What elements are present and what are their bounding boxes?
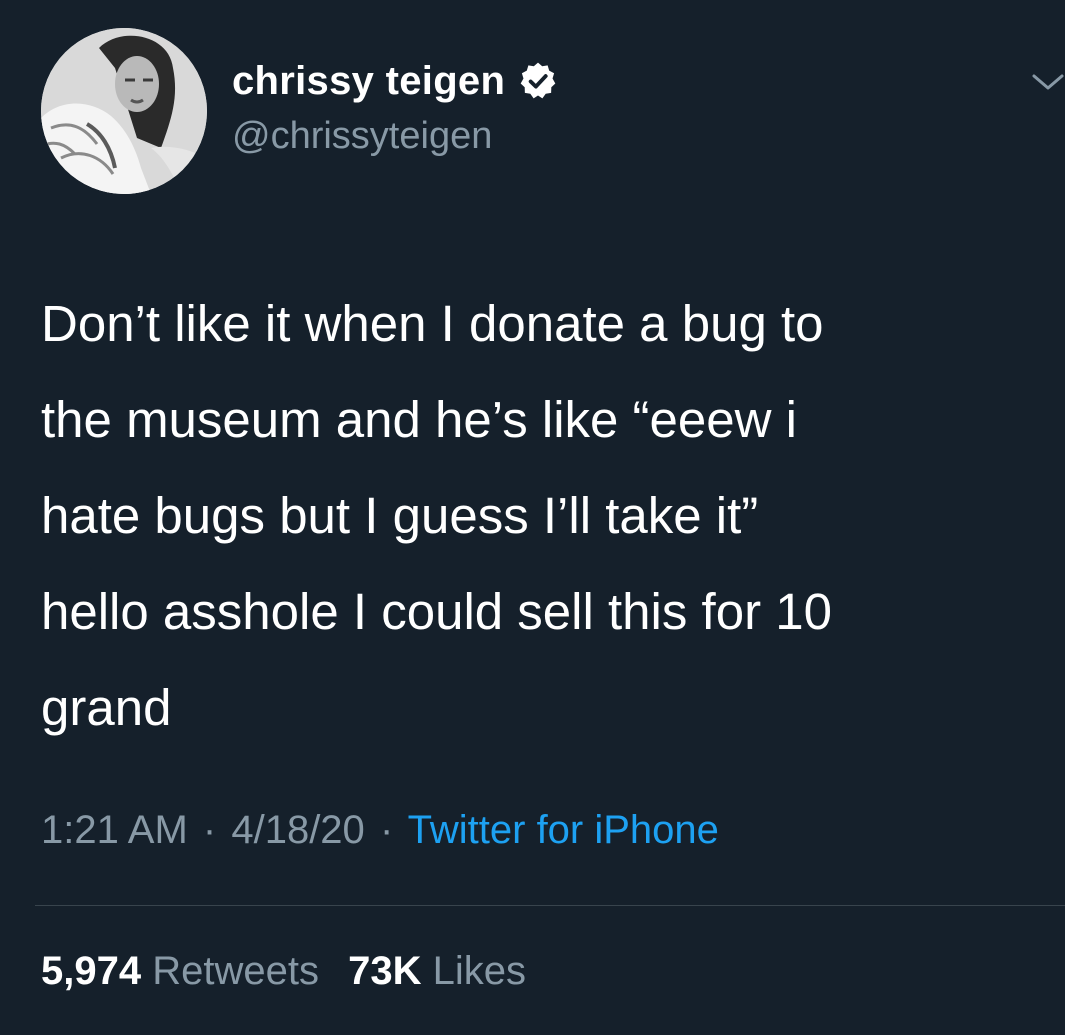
divider	[35, 905, 1065, 906]
author-name-row[interactable]: chrissy teigen	[232, 56, 559, 106]
display-name[interactable]: chrissy teigen	[232, 57, 505, 105]
tweet-text-line: grand	[41, 679, 172, 736]
retweets-count: 5,974	[41, 949, 142, 993]
tweet-time[interactable]: 1:21 AM	[41, 808, 188, 852]
verified-badge-icon	[517, 60, 559, 102]
avatar[interactable]	[41, 28, 207, 194]
tweet-text-line: hate bugs but I guess I’ll take it”	[41, 487, 759, 544]
avatar-image	[41, 28, 207, 194]
meta-separator: ·	[202, 808, 217, 852]
chevron-down-icon[interactable]	[1030, 70, 1065, 94]
retweets-stat[interactable]: 5,974 Retweets	[41, 949, 330, 993]
tweet-source-link[interactable]: Twitter for iPhone	[408, 808, 719, 852]
retweets-label: Retweets	[152, 949, 319, 993]
likes-stat[interactable]: 73K Likes	[348, 949, 526, 993]
likes-label: Likes	[432, 949, 527, 993]
likes-count: 73K	[348, 949, 422, 993]
meta-separator: ·	[379, 808, 394, 852]
tweet-text: Don’t like it when I donate a bug to the…	[41, 276, 1041, 756]
tweet-text-line: Don’t like it when I donate a bug to	[41, 295, 824, 352]
tweet-text-line: hello asshole I could sell this for 10	[41, 583, 832, 640]
author-handle[interactable]: @chrissyteigen	[232, 113, 492, 159]
tweet-text-line: the museum and he’s like “eeew i	[41, 391, 797, 448]
tweet-metadata: 1:21 AM · 4/18/20 · Twitter for iPhone	[41, 806, 719, 854]
tweet-date[interactable]: 4/18/20	[231, 808, 364, 852]
engagement-stats: 5,974 Retweets 73K Likes	[41, 947, 544, 995]
tweet-card: chrissy teigen @chrissyteigen Don’t like…	[0, 0, 1065, 1035]
